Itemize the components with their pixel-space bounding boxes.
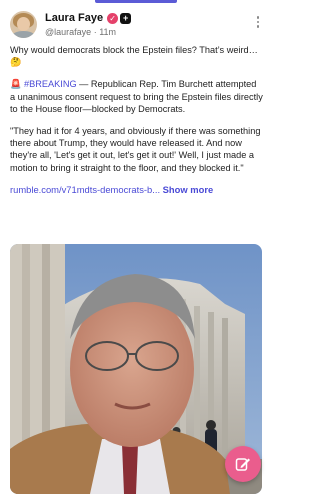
link-row: rumble.com/v71mdts-democrats-b... Show m…	[10, 184, 263, 196]
heart-check-icon: ✓	[107, 12, 119, 24]
meta-separator: ·	[93, 27, 97, 37]
post-body: Why would democrats block the Epstein fi…	[10, 44, 263, 196]
compose-icon	[235, 458, 250, 471]
post-header: Laura Faye ✓ + @laurafaye · 11m	[10, 9, 263, 39]
external-link[interactable]: rumble.com/v71mdts-democrats-b...	[10, 184, 160, 195]
author-name[interactable]: Laura Faye	[45, 12, 103, 24]
top-tab-indicator	[95, 0, 177, 3]
siren-icon: 🚨	[10, 79, 22, 90]
post-quote: "They had it for 4 years, and obviously …	[10, 126, 261, 173]
post-intro: Why would democrats block the Epstein fi…	[10, 45, 258, 68]
breaking-paragraph: 🚨 #BREAKING — Republican Rep. Tim Burche…	[10, 78, 263, 115]
hashtag-breaking[interactable]: #BREAKING	[24, 79, 77, 89]
post-time: 11m	[99, 27, 117, 37]
avatar[interactable]	[10, 10, 37, 38]
compose-button[interactable]	[225, 446, 261, 482]
author-block: Laura Faye ✓ + @laurafaye · 11m	[45, 11, 253, 37]
video-thumbnail[interactable]	[10, 244, 262, 494]
show-more-button[interactable]: Show more	[163, 184, 214, 195]
more-options-icon[interactable]	[253, 12, 263, 32]
author-handle[interactable]: @laurafaye	[45, 27, 91, 37]
plus-badge-icon: +	[120, 12, 132, 24]
